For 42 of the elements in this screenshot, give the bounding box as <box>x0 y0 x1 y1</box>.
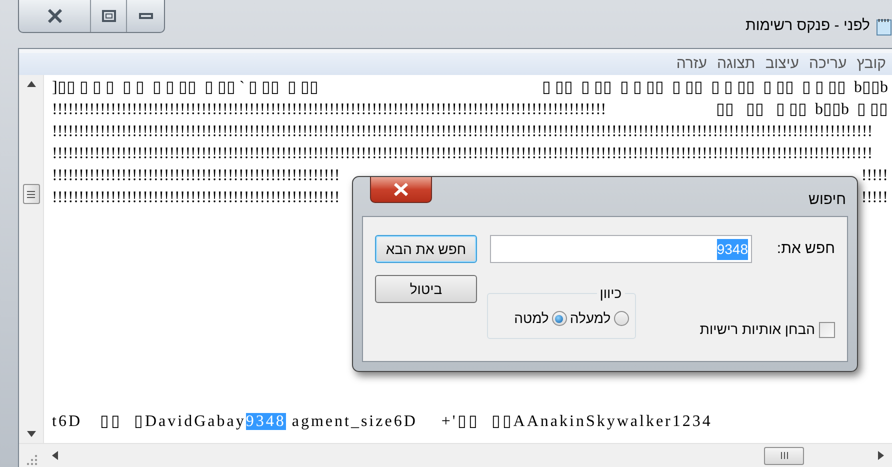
close-icon <box>46 9 62 23</box>
window-title: לפני - פנקס רשימות <box>745 16 870 36</box>
text-line: !!!!!!!!!!!!!!!!!!!!!!!!!!!!!!!!!!!!!!!!!!!!!!!!!!!!!!!!!!!!!!!!!!!!!!!!!!!!!!!!!!!!!!!!!!!!!!!!!!!!!!!!!!!!!!!!!!!!!!!!!!!!!!!!!!!!!!!!!!!!!!!!!!!!!!!!!! <box>52 144 873 164</box>
checkbox-label: הבחן אותיות רישיות <box>700 320 815 339</box>
dialog-button[interactable]: חפש את הבא <box>375 235 477 263</box>
text-line: ▯▯ ▯▯ ▯ ▯▯ b▯▯b ▯ ▯▯ <box>716 100 888 120</box>
close-icon <box>393 183 409 196</box>
menu-item[interactable]: תצוגה <box>713 52 760 76</box>
scroll-down-icon[interactable] <box>26 431 36 437</box>
text-line: !!!!!!!!!!!!!!!!!!!!!!!!!!!!!!!!!!!!!!!!!!!!!!!!!!!!!! <box>52 188 340 208</box>
radio-label: למטה <box>514 309 549 328</box>
vertical-scrollbar[interactable] <box>19 75 44 443</box>
text-line: ▯ ▯▯ ▯ ▯▯ ▯ ▯ ▯▯ ▯ ▯▯ ▯ ▯ ▯▯ ▯ ▯▯ ▯ ▯ ▯▯ b▯▯b <box>542 78 888 98</box>
scroll-left-icon[interactable] <box>52 451 58 460</box>
menu-item[interactable]: עזרה <box>672 52 712 76</box>
scroll-thumb[interactable] <box>22 184 40 204</box>
close-button[interactable] <box>370 177 432 203</box>
menu-item[interactable]: עיצוב <box>761 52 803 76</box>
radio-button[interactable] <box>552 311 567 326</box>
minimize-icon <box>138 13 152 19</box>
notepad-icon <box>876 18 892 36</box>
text-line: t6D ▯▯ ▯DavidGabay9348 agment_size6D +'▯▯ ▯▯AAnakinSkywalker1234 <box>52 412 714 432</box>
restore-icon <box>102 10 116 22</box>
radio-button[interactable] <box>614 311 629 326</box>
group-legend: כיוון <box>596 283 625 304</box>
dialog-title: חיפוש <box>808 190 846 210</box>
checkbox[interactable] <box>819 322 835 338</box>
dialog-button[interactable]: ביטול <box>375 275 477 303</box>
text-line: !!!!!!!!!!!!!!!!!!!!!!!!!!!!!!!!!!!!!!!!!!!!!!!!!!!!!! <box>52 166 340 186</box>
menu-item[interactable]: עריכה <box>804 52 851 76</box>
text-line: !!!!! <box>861 166 888 186</box>
scroll-up-icon[interactable] <box>26 81 36 87</box>
find-label: חפש את: <box>776 239 835 259</box>
size-grip-icon <box>26 455 36 465</box>
text-line: ]▯▯ ▯ ▯ ▯ ▯ ▯ ▯ ▯ ▯▯ ▯ ▯▯ ` ▯ ▯▯ ▯ ▯▯ <box>52 78 319 98</box>
scroll-right-icon[interactable] <box>878 451 884 460</box>
radio-label: למעלה <box>570 309 611 328</box>
text-line: !!!!!!!!!!!!!!!!!!!!!!!!!!!!!!!!!!!!!!!!!!!!!!!!!!!!!!!!!!!!!!!!!!!!!!!!!!!!!!!!!!!!!!!!!!!!!!!!!!!!!!!!!!!!!!!!!!!!!!!!!!!!!!!!!!!!!!!!!!!!!!!!!!!!!!!!!! <box>52 122 873 142</box>
scroll-thumb[interactable] <box>764 446 804 464</box>
text-line: !!!!!!!!!!!!!!!!!!!!!!!!!!!!!!!!!!!!!!!!!!!!!!!!!!!!!!!!!!!!!!!!!!!!!!!!!!!!!!!!!!!!!!!!!!!!!!!!!!!!!!!! <box>52 100 606 120</box>
text-line: !!!!! <box>861 188 888 208</box>
menu-item[interactable]: קובץ <box>852 52 890 76</box>
